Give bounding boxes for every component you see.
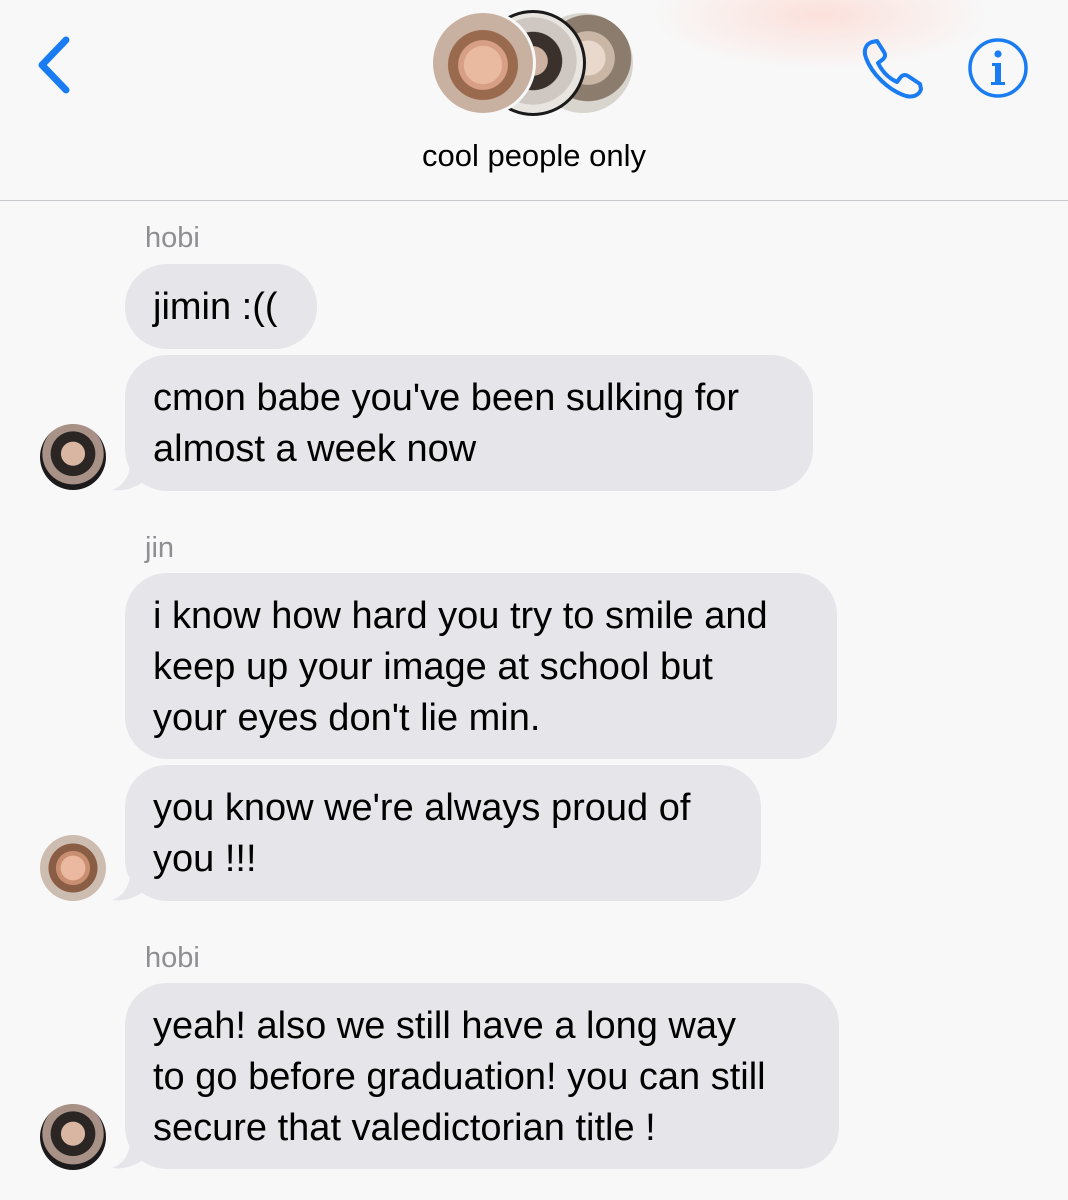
message-line: almost a week now <box>153 428 477 470</box>
info-button[interactable] <box>966 36 1030 100</box>
message-line: yeah! also we still have a long way <box>153 1005 736 1047</box>
call-button[interactable] <box>858 34 932 102</box>
message-bubble[interactable]: yeah! also we still have a long way to g… <box>125 983 839 1169</box>
message-line: i know how hard you try to smile and <box>153 595 768 637</box>
group-name[interactable]: cool people only <box>0 138 1068 174</box>
message-bubble[interactable]: jimin :(( <box>125 264 317 349</box>
group-avatar-stack[interactable] <box>430 10 640 116</box>
chat-header: cool people only <box>0 0 1068 201</box>
message-line: cmon babe you've been sulking for <box>153 377 740 419</box>
message-line: secure that valedictorian title ! <box>153 1107 656 1149</box>
header-glow <box>650 0 990 70</box>
message-line: jimin :(( <box>153 286 278 328</box>
back-button[interactable] <box>30 30 90 100</box>
message-line: keep up your image at school but <box>153 646 713 688</box>
sender-name: hobi <box>145 942 200 974</box>
avatar[interactable] <box>40 424 106 490</box>
message-line: you know we're always proud of <box>153 787 691 829</box>
bubble-tail <box>112 866 150 901</box>
bubble-tail <box>112 456 150 491</box>
message-line: you !!! <box>153 838 257 880</box>
message-bubble[interactable]: you know we're always proud of you !!! <box>125 765 761 901</box>
message-line: to go before graduation! you can still <box>153 1056 766 1098</box>
message-bubble[interactable]: i know how hard you try to smile and kee… <box>125 573 837 759</box>
group-avatar <box>430 10 536 116</box>
phone-icon <box>862 39 923 99</box>
info-icon <box>968 38 1028 98</box>
avatar[interactable] <box>40 1104 106 1170</box>
message-line: your eyes don't lie min. <box>153 697 541 739</box>
bubble-tail <box>112 1134 150 1169</box>
message-bubble[interactable]: cmon babe you've been sulking for almost… <box>125 355 813 491</box>
sender-name: hobi <box>145 222 200 254</box>
chevron-left-icon <box>38 36 70 94</box>
sender-name: jin <box>145 532 175 564</box>
avatar[interactable] <box>40 835 106 901</box>
